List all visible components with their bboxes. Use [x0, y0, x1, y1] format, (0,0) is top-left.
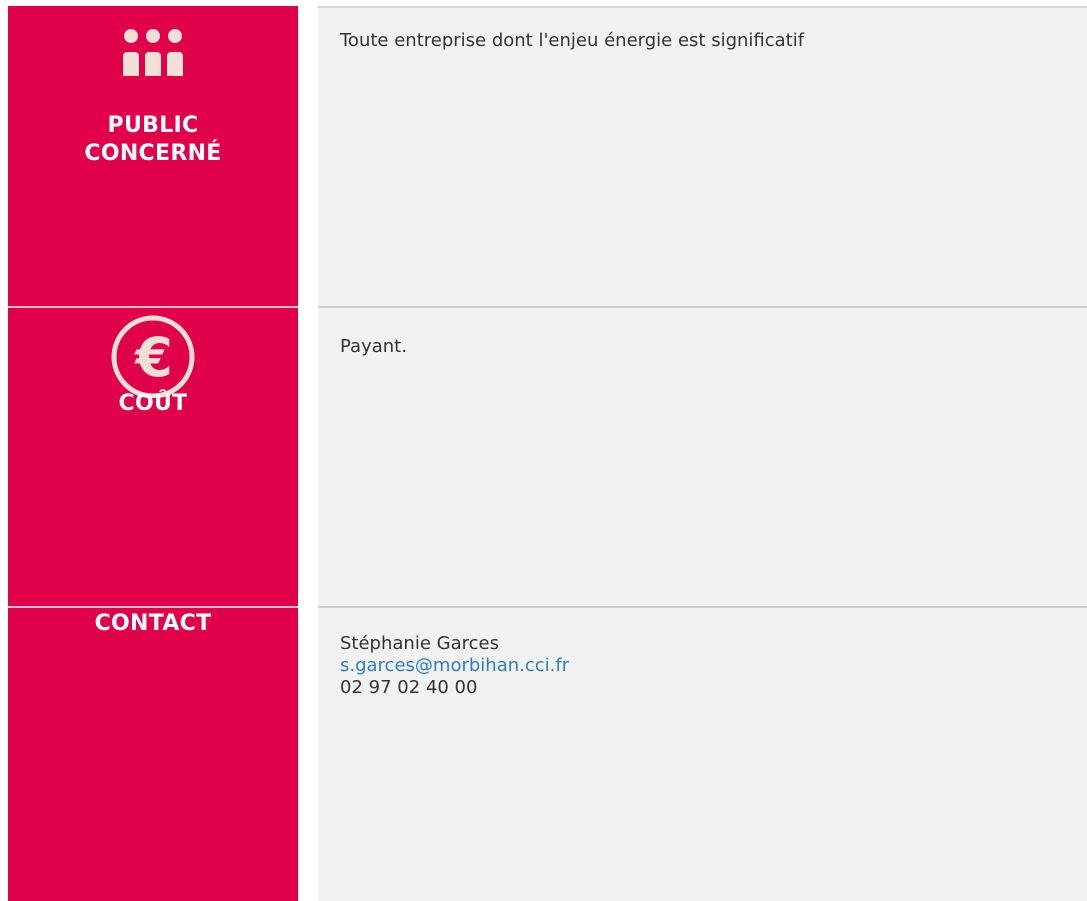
contact-phone: 02 97 02 40 00 [340, 677, 478, 698]
label-cell-cout: € COÛT [8, 306, 298, 608]
row-public: PUBLIC CONCERNÉ Toute entreprise dont l'… [8, 6, 1087, 308]
content-cell-public: Toute entreprise dont l'enjeu énergie es… [318, 6, 1087, 308]
label-contact: CONTACT [94, 611, 212, 636]
cout-description: Payant. [340, 336, 407, 357]
info-table: PUBLIC CONCERNÉ Toute entreprise dont l'… [8, 6, 1087, 901]
label-cout: COÛT [118, 391, 188, 416]
row-cout: € COÛT Payant. [8, 306, 1087, 608]
label-public: PUBLIC CONCERNÉ [8, 112, 298, 168]
label-public-line1: PUBLIC [107, 113, 199, 138]
content-cell-cout: Payant. [318, 306, 1087, 608]
contact-email-link[interactable]: s.garces@morbihan.cci.fr [340, 655, 569, 676]
euro-icon: € [111, 315, 195, 398]
label-public-line2: CONCERNÉ [84, 141, 222, 166]
row-contact: CONTACT Stéphanie Garces s.garces@morbih… [8, 606, 1087, 901]
people-icon [123, 29, 183, 76]
contact-block: Stéphanie Garces s.garces@morbihan.cci.f… [340, 633, 569, 699]
label-cell-public: PUBLIC CONCERNÉ [8, 6, 298, 306]
label-cell-contact: CONTACT [8, 606, 298, 901]
content-cell-contact: Stéphanie Garces s.garces@morbihan.cci.f… [318, 606, 1087, 901]
contact-name: Stéphanie Garces [340, 633, 499, 654]
public-description: Toute entreprise dont l'enjeu énergie es… [340, 30, 805, 51]
page: PUBLIC CONCERNÉ Toute entreprise dont l'… [0, 0, 1087, 901]
svg-text:€: € [133, 326, 173, 389]
